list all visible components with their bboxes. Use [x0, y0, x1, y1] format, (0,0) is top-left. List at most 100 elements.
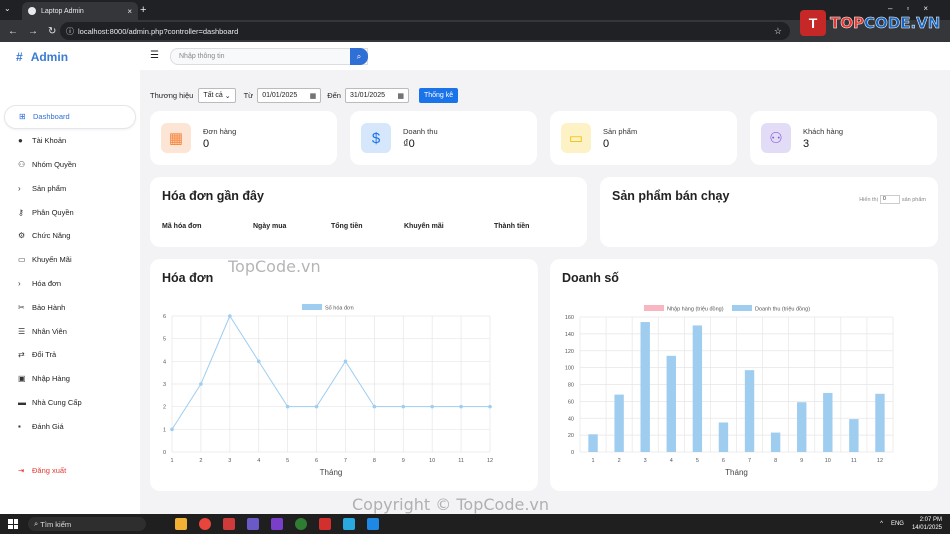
x-tick-label: 5: [286, 458, 289, 464]
gears-icon: ⚙: [18, 231, 26, 241]
vscode-icon[interactable]: [367, 518, 379, 530]
search-placeholder: Nhập thông tin: [179, 53, 225, 60]
sidebar-item-12[interactable]: ▬ Nhà Cung Cấp: [4, 391, 136, 415]
unit-label: sản phẩm: [901, 196, 926, 203]
calendar-icon[interactable]: ▦: [310, 92, 317, 100]
sidebar-item-0[interactable]: ⊞ Dashboard: [4, 105, 136, 129]
legend-swatch: [732, 305, 752, 311]
x-tick-label: 5: [696, 458, 699, 464]
tray-chevron-icon[interactable]: ^: [880, 521, 883, 527]
bookmark-star-icon[interactable]: ☆: [774, 26, 782, 37]
legend-swatch: [302, 304, 322, 310]
visual-studio-icon[interactable]: [271, 518, 283, 530]
y-tick-label: 0: [163, 450, 166, 456]
x-tick-label: 9: [800, 458, 803, 464]
sidebar-item-label: Phân Quyền: [32, 207, 74, 217]
logout-button[interactable]: ⇥ Đăng xuất: [18, 466, 66, 475]
data-point: [372, 404, 377, 409]
sidebar-item-2[interactable]: ⚇ Nhóm Quyền: [4, 153, 136, 177]
taskbar-search[interactable]: ⌕ Tìm kiếm: [28, 517, 146, 531]
new-tab-icon[interactable]: +: [140, 4, 146, 16]
topcode-shield-icon: T: [800, 10, 826, 36]
grid-icon: ⊞: [19, 112, 26, 122]
data-point: [430, 404, 434, 409]
from-date-input[interactable]: 01/01/2025 ▦: [257, 88, 322, 103]
hamburger-menu-icon[interactable]: ☰: [150, 50, 159, 61]
y-tick-label: 120: [565, 349, 574, 355]
file-explorer-icon[interactable]: [175, 518, 187, 530]
tab-list-chevron-icon[interactable]: ⌄: [4, 4, 11, 13]
reload-icon[interactable]: ↻: [48, 26, 60, 37]
bar: [744, 370, 755, 452]
sidebar-item-1[interactable]: ● Tài Khoản: [4, 129, 136, 153]
app-icon[interactable]: [223, 518, 235, 530]
sidebar-item-13[interactable]: ▪ Đánh Giá: [4, 414, 136, 438]
y-tick-label: 3: [163, 382, 166, 388]
best-sellers-title: Sản phẩm bán chạy: [612, 189, 730, 203]
sidebar-item-4[interactable]: ⚷ Phân Quyền: [4, 200, 136, 224]
close-tab-icon[interactable]: ×: [127, 7, 132, 16]
watermark-top: TopCode.vn: [228, 257, 321, 276]
data-point: [401, 404, 406, 409]
sidebar-item-7[interactable]: › Hóa đơn: [4, 272, 136, 296]
back-icon[interactable]: ←: [8, 26, 20, 37]
sidebar-item-10[interactable]: ⇄ Đổi Trả: [4, 343, 136, 367]
sidebar-item-6[interactable]: ▭ Khuyến Mãi: [4, 248, 136, 272]
bar: [797, 402, 807, 452]
search-input[interactable]: Nhập thông tin: [170, 48, 368, 65]
stat-card-2: ▭ Sản phẩm 0: [550, 111, 737, 165]
language-indicator[interactable]: ENG: [891, 521, 904, 527]
sidebar-item-3[interactable]: › Sản phẩm: [4, 176, 136, 200]
clock-date: 14/01/2025: [911, 525, 942, 531]
data-point: [285, 404, 290, 409]
app-icon[interactable]: [247, 518, 259, 530]
col-total: Tổng tiền: [331, 223, 363, 230]
app-icon[interactable]: [343, 518, 355, 530]
orders-chart-card: Hóa đơn 0 1 2 3 4 5 6 1 2 3 4 5 6 7 8 9 10 11 12 Số hóa đơn…: [150, 259, 538, 491]
recent-orders-card: Hóa đơn gần đây Mã hóa đơn Ngày mua Tổng…: [150, 177, 587, 247]
sidebar-item-11[interactable]: ▣ Nhập Hàng: [4, 367, 136, 391]
taskbar-apps: [175, 518, 379, 530]
url-field[interactable]: ⓘ localhost:8000/admin.php?controller=da…: [60, 22, 790, 40]
sidebar-item-label: Nhóm Quyền: [32, 159, 77, 169]
dollar-icon: $: [361, 123, 391, 153]
windows-start-icon[interactable]: [8, 519, 18, 529]
series-line: [171, 314, 490, 430]
brand-select[interactable]: Tất cả ⌄: [198, 88, 236, 103]
tools-icon: ✂: [18, 302, 25, 312]
sidebar-item-label: Nhân Viên: [32, 326, 67, 336]
stat-label: Doanh thu: [403, 126, 438, 136]
search-button[interactable]: ⌕: [350, 48, 368, 65]
filter-bar: Thương hiệu Tất cả ⌄ Từ 01/01/2025 ▦ Đến …: [150, 88, 459, 103]
sidebar-item-8[interactable]: ✂ Bảo Hành: [4, 295, 136, 319]
stat-card-3: ⚇ Khách hàng 3: [750, 111, 937, 165]
app-icon[interactable]: [319, 518, 331, 530]
statistics-button[interactable]: Thống kê: [418, 88, 459, 103]
col-order-id: Mã hóa đơn: [162, 223, 202, 230]
site-info-icon[interactable]: ⓘ: [66, 26, 74, 37]
sidebar-logo[interactable]: # Admin: [16, 50, 68, 64]
stat-value: 0: [603, 137, 610, 150]
sidebar-item-5[interactable]: ⚙ Chức Năng: [4, 224, 136, 248]
sidebar-item-label: Đánh Giá: [32, 421, 64, 431]
box-icon: ▣: [18, 374, 26, 384]
forward-icon[interactable]: →: [28, 26, 40, 37]
app-icon[interactable]: [295, 518, 307, 530]
taskbar: ⌕ Tìm kiếm ^ ENG 2:07 PM 14/01/2025: [0, 514, 950, 534]
clock[interactable]: 2:07 PM 14/01/2025: [912, 516, 942, 532]
x-tick-label: 1: [592, 458, 595, 464]
ticket-icon: ▭: [18, 255, 26, 265]
chrome-icon[interactable]: [199, 518, 211, 530]
x-tick-label: 4: [257, 458, 260, 464]
x-tick-label: 11: [458, 458, 464, 464]
sidebar-item-9[interactable]: ☰ Nhân Viên: [4, 319, 136, 343]
orders-line-chart: 01234561 2 3 4 5 6 7 8 9 10 11 12Số hóa đơnTháng: [163, 304, 493, 477]
x-tick-label: 8: [373, 458, 376, 464]
to-date-input[interactable]: 31/01/2025 ▦: [344, 88, 409, 103]
limit-input[interactable]: 0: [879, 195, 900, 204]
chevron-right-icon: ›: [18, 278, 21, 288]
browser-tab[interactable]: Laptop Admin ×: [22, 2, 138, 20]
legend-label: Doanh thu (triệu đồng): [755, 307, 810, 313]
calendar-icon[interactable]: ▦: [397, 92, 404, 100]
x-tick-label: 12: [487, 458, 493, 464]
